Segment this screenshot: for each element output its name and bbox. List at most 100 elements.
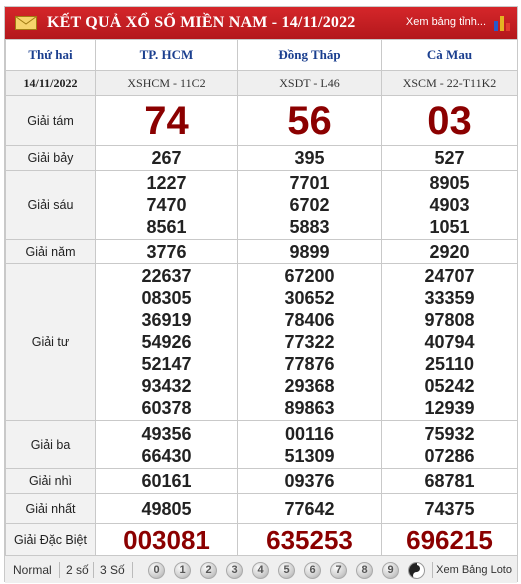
winning-number: 7701: [289, 173, 330, 193]
digit-3-button[interactable]: 3: [226, 562, 243, 579]
ticket-code: XSHCM - 11C2: [95, 70, 238, 96]
winning-number: 78406: [284, 310, 335, 330]
view-province-table-link[interactable]: Xem bảng tỉnh...: [406, 16, 486, 28]
digit-1-button[interactable]: 1: [174, 562, 191, 579]
prize-cell: 2920: [381, 239, 518, 264]
prize-row: Giải năm 3776 9899 2920: [5, 239, 518, 264]
winning-number: 56: [287, 98, 332, 143]
winning-number: 33359: [424, 288, 475, 308]
winning-number: 52147: [141, 354, 192, 374]
winning-number: 22637: [141, 266, 192, 286]
winning-number: 395: [294, 148, 325, 168]
digit-9-button[interactable]: 9: [382, 562, 399, 579]
mail-icon: [15, 16, 37, 30]
prize-label: Giải sáu: [5, 170, 96, 240]
prize-cell: 60161: [95, 468, 238, 494]
province-name[interactable]: Đồng Tháp: [237, 39, 382, 71]
divider: [59, 562, 60, 578]
prize-cell: 9899: [237, 239, 382, 264]
prize-cell: 696215: [381, 523, 518, 557]
ticket-code: XSDT - L46: [237, 70, 382, 96]
winning-number: 7470: [146, 195, 187, 215]
winning-number: 89863: [284, 398, 335, 418]
prize-label: Giải nhì: [5, 468, 96, 494]
prize-cell: 49805: [95, 493, 238, 524]
winning-number: 527: [434, 148, 465, 168]
prize-row: Giải sáu 1227 7470 8561 7701 6702 5883 8905 4903…: [5, 170, 518, 240]
yin-yang-icon[interactable]: [408, 562, 425, 579]
winning-number: 05242: [424, 376, 475, 396]
results-table: Thứ hai TP. HCM Đồng Tháp Cà Mau 14/11/2…: [5, 39, 518, 557]
mode-normal-button[interactable]: Normal: [13, 561, 52, 579]
winning-number: 08305: [141, 288, 192, 308]
winning-number: 24707: [424, 266, 475, 286]
winning-number: 6702: [289, 195, 330, 215]
prize-cell: 68781: [381, 468, 518, 494]
province-name[interactable]: TP. HCM: [95, 39, 238, 71]
winning-number: 68781: [424, 471, 475, 491]
prize-row: Giải bảy 267 395 527: [5, 145, 518, 171]
winning-number: 74: [144, 98, 189, 143]
winning-number: 8561: [146, 217, 187, 237]
winning-number: 5883: [289, 217, 330, 237]
winning-number: 1227: [146, 173, 187, 193]
ticket-code-row: 14/11/2022 XSHCM - 11C2 XSDT - L46 XSCM …: [5, 70, 518, 96]
prize-cell: 003081: [95, 523, 238, 557]
digit-0-button[interactable]: 0: [148, 562, 165, 579]
prize-row: Giải nhì 60161 09376 68781: [5, 468, 518, 494]
winning-number: 75932: [424, 423, 475, 444]
winning-number: 3776: [146, 241, 187, 262]
winning-number: 09376: [284, 471, 335, 491]
prize-label: Giải Đặc Biệt: [5, 523, 96, 557]
province-name[interactable]: Cà Mau: [381, 39, 518, 71]
draw-date: 14/11/2022: [5, 70, 96, 96]
prize-row: Giải Đặc Biệt 003081 635253 696215: [5, 523, 518, 557]
view-loto-table-link[interactable]: Xem Bảng Loto: [436, 561, 512, 579]
prize-label: Giải bảy: [5, 145, 96, 171]
winning-number: 29368: [284, 376, 335, 396]
prize-cell: 56: [237, 95, 382, 146]
mode-3-digit-button[interactable]: 3 Số: [100, 561, 125, 579]
winning-number: 003081: [123, 525, 210, 555]
bar-chart-icon[interactable]: [493, 12, 511, 32]
prize-cell: 74: [95, 95, 238, 146]
prize-cell: 00116 51309: [237, 420, 382, 469]
winning-number: 696215: [406, 525, 493, 555]
prize-row: Giải tám 74 56 03: [5, 95, 518, 146]
prize-cell: 527: [381, 145, 518, 171]
prize-cell: 22637 08305 36919 54926 52147 93432 60378: [95, 263, 238, 421]
winning-number: 77876: [284, 354, 335, 374]
digit-5-button[interactable]: 5: [278, 562, 295, 579]
weekday-label: Thứ hai: [5, 39, 96, 71]
winning-number: 2920: [429, 241, 470, 262]
winning-number: 49805: [141, 498, 192, 519]
prize-cell: 77642: [237, 493, 382, 524]
results-header: KẾT QUẢ XỔ SỐ MIỀN NAM - 14/11/2022 Xem …: [5, 7, 517, 39]
winning-number: 635253: [266, 525, 353, 555]
page-title: KẾT QUẢ XỔ SỐ MIỀN NAM - 14/11/2022: [47, 14, 356, 31]
winning-number: 8905: [429, 173, 470, 193]
winning-number: 25110: [424, 354, 475, 374]
digit-7-button[interactable]: 7: [330, 562, 347, 579]
prize-cell: 395: [237, 145, 382, 171]
winning-number: 9899: [289, 241, 330, 262]
prize-row: Giải nhất 49805 77642 74375: [5, 493, 518, 524]
divider: [93, 562, 94, 578]
winning-number: 54926: [141, 332, 192, 352]
winning-number: 60161: [141, 471, 192, 491]
prize-cell: 267: [95, 145, 238, 171]
winning-number: 66430: [141, 445, 192, 466]
mode-2-digit-button[interactable]: 2 số: [66, 561, 89, 579]
divider: [132, 562, 133, 578]
prize-cell: 7701 6702 5883: [237, 170, 382, 240]
province-header-row: Thứ hai TP. HCM Đồng Tháp Cà Mau: [5, 39, 518, 71]
prize-label: Giải ba: [5, 420, 96, 469]
digit-4-button[interactable]: 4: [252, 562, 269, 579]
winning-number: 30652: [284, 288, 335, 308]
digit-8-button[interactable]: 8: [356, 562, 373, 579]
winning-number: 74375: [424, 498, 475, 519]
digit-2-button[interactable]: 2: [200, 562, 217, 579]
lottery-results-panel: KẾT QUẢ XỔ SỐ MIỀN NAM - 14/11/2022 Xem …: [4, 6, 518, 583]
winning-number: 97808: [424, 310, 475, 330]
digit-6-button[interactable]: 6: [304, 562, 321, 579]
